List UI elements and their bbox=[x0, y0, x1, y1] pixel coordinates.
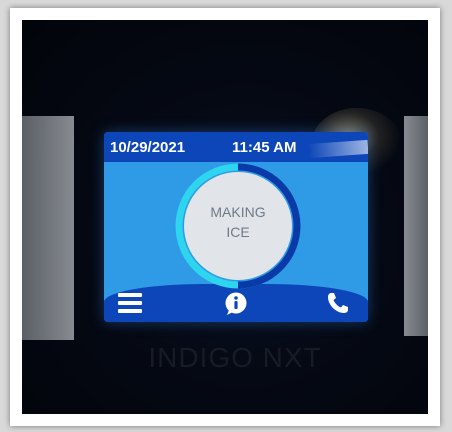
screen-glare bbox=[307, 139, 368, 159]
status-label: MAKING ICE bbox=[174, 202, 302, 242]
background-left bbox=[22, 116, 74, 340]
status-dial: MAKING ICE bbox=[174, 162, 302, 290]
lcd-screen: 10/29/2021 11:45 AM MAKING ICE bbox=[104, 132, 368, 322]
brand-logo: INDIGO NXT bbox=[148, 342, 322, 373]
status-line-2: ICE bbox=[226, 224, 250, 240]
status-line-1: MAKING bbox=[210, 204, 266, 220]
device-photo: 10/29/2021 11:45 AM MAKING ICE INDIGO NX… bbox=[22, 20, 428, 414]
time-display: 11:45 AM bbox=[232, 139, 297, 156]
phone-icon[interactable] bbox=[326, 291, 350, 320]
status-bar: 10/29/2021 11:45 AM bbox=[104, 132, 368, 162]
photo-frame: 10/29/2021 11:45 AM MAKING ICE INDIGO NX… bbox=[10, 8, 440, 426]
date-display: 10/29/2021 bbox=[110, 139, 186, 156]
menu-icon[interactable] bbox=[118, 292, 142, 319]
info-icon[interactable] bbox=[224, 292, 248, 321]
background-right bbox=[404, 116, 428, 336]
